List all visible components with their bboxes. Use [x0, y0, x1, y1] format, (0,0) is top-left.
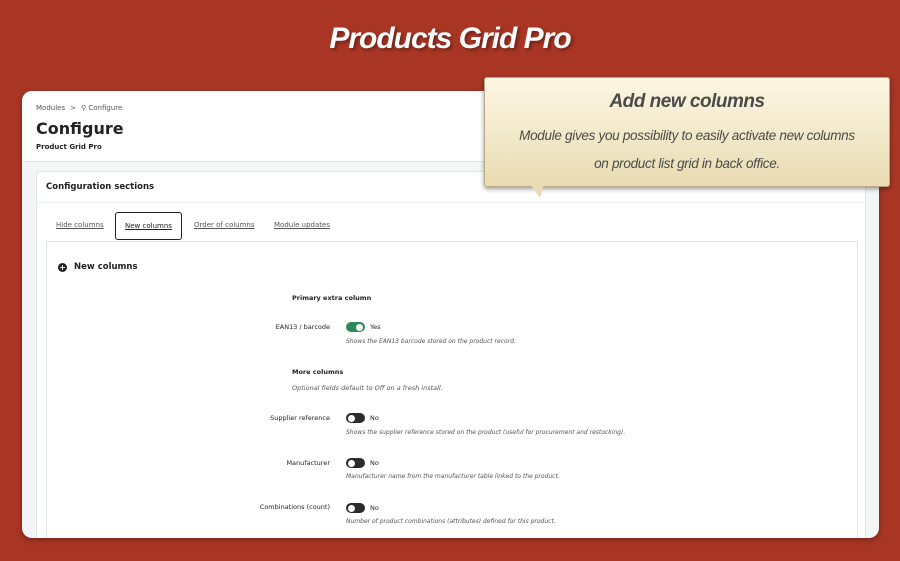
callout-line-1: Module gives you possibility to easily a…	[519, 128, 855, 143]
field-label-supplier-reference: Supplier reference	[270, 414, 330, 422]
feature-callout: Add new columns Module gives you possibi…	[484, 77, 890, 187]
breadcrumb: Modules > ⚲ Configure	[36, 104, 122, 112]
breadcrumb-separator: >	[70, 104, 76, 112]
group-help-more: Optional fields default to Off on a fres…	[292, 384, 443, 392]
page-subtitle: Product Grid Pro	[36, 143, 102, 151]
toggle-knob	[348, 504, 355, 512]
breadcrumb-modules[interactable]: Modules	[36, 104, 65, 112]
configuration-card: Configuration sections Hide columns New …	[36, 171, 866, 538]
callout-line-2: on product list grid in back office.	[594, 156, 780, 171]
field-label-ean13: EAN13 / barcode	[275, 323, 330, 331]
toggle-state-supplier-reference: No	[370, 414, 379, 422]
banner-title: Products Grid Pro	[329, 22, 571, 55]
toggle-knob	[348, 459, 355, 467]
tab-order-of-columns[interactable]: Order of columns	[194, 212, 255, 238]
callout-text: Module gives you possibility to easily a…	[485, 122, 889, 178]
toggle-state-manufacturer: No	[370, 459, 379, 467]
field-help-manufacturer: Manufacturer name from the manufacturer …	[346, 473, 560, 480]
toggle-combinations-count[interactable]	[346, 503, 365, 513]
field-help-combinations-count: Number of product combinations (attribut…	[346, 518, 556, 525]
card-title: Configuration sections	[46, 182, 155, 192]
callout-title: Add new columns	[609, 91, 765, 112]
field-help-supplier-reference: Shows the supplier reference stored on t…	[346, 429, 626, 436]
group-title-more: More columns	[292, 368, 344, 376]
toggle-state-ean13: Yes	[370, 323, 381, 331]
plus-circle-icon: +	[58, 263, 67, 272]
breadcrumb-current: Configure	[88, 104, 123, 112]
toggle-knob	[356, 323, 363, 331]
wrench-icon: ⚲	[80, 104, 87, 112]
field-label-combinations-count: Combinations (count)	[259, 503, 330, 511]
tab-new-columns[interactable]: New columns	[115, 212, 182, 240]
field-help-ean13: Shows the EAN13 barcode stored on the pr…	[346, 338, 516, 345]
toggle-knob	[348, 414, 355, 422]
callout-pointer	[530, 184, 544, 198]
page-title: Configure	[36, 119, 124, 138]
toggle-manufacturer[interactable]	[346, 458, 365, 468]
tab-module-updates[interactable]: Module updates	[274, 212, 330, 238]
toggle-supplier-reference[interactable]	[346, 413, 365, 423]
tab-content: + New columns Primary extra column EAN13 …	[46, 241, 858, 538]
section-title: New columns	[74, 262, 138, 272]
group-title-primary: Primary extra column	[292, 294, 372, 302]
tab-hide-columns[interactable]: Hide columns	[56, 212, 104, 238]
toggle-ean13[interactable]	[346, 322, 365, 332]
toggle-state-combinations-count: No	[370, 504, 379, 512]
section-heading[interactable]: + New columns	[58, 262, 138, 272]
field-label-manufacturer: Manufacturer	[286, 459, 330, 467]
